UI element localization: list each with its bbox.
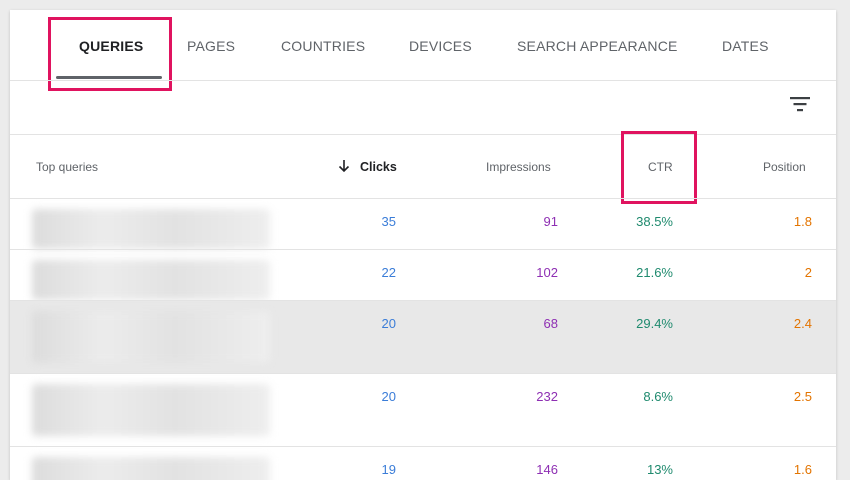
position-value: 1.8	[793, 214, 812, 229]
impressions-value: 146	[536, 462, 558, 477]
impressions-value: 102	[536, 265, 558, 280]
position-value: 2	[804, 265, 812, 280]
blurred-query-text	[32, 384, 270, 436]
impressions-value: 232	[536, 389, 558, 404]
impressions-value: 68	[543, 316, 558, 331]
filter-icon	[790, 97, 810, 112]
position-value: 2.5	[793, 389, 812, 404]
active-tab-indicator	[56, 76, 162, 79]
dimension-tabs: QUERIES PAGES COUNTRIES DEVICES SEARCH A…	[10, 10, 836, 80]
clicks-value: 20	[381, 389, 396, 404]
clicks-value: 19	[381, 462, 396, 477]
ctr-value: 38.5%	[636, 214, 673, 229]
table-row[interactable]: 19 146 13% 1.6	[10, 447, 836, 480]
impressions-value: 91	[543, 214, 558, 229]
ctr-value: 29.4%	[636, 316, 673, 331]
tab-pages[interactable]: PAGES	[187, 38, 235, 54]
tab-dates[interactable]: DATES	[722, 38, 769, 54]
column-header-impressions[interactable]: Impressions	[486, 160, 551, 174]
clicks-value: 22	[381, 265, 396, 280]
arrow-down-icon[interactable]	[338, 159, 350, 173]
table-row[interactable]: 22 102 21.6% 2	[10, 250, 836, 301]
position-value: 2.4	[793, 316, 812, 331]
performance-report-card: QUERIES PAGES COUNTRIES DEVICES SEARCH A…	[10, 10, 836, 480]
position-value: 1.6	[793, 462, 812, 477]
ctr-value: 13%	[646, 462, 673, 477]
tab-queries[interactable]: QUERIES	[79, 38, 143, 54]
table-row[interactable]: 20 232 8.6% 2.5	[10, 374, 836, 447]
tab-search-appearance[interactable]: SEARCH APPEARANCE	[517, 38, 678, 54]
column-header-position[interactable]: Position	[763, 160, 806, 174]
clicks-value: 35	[381, 214, 396, 229]
blurred-query-text	[32, 311, 270, 363]
ctr-value: 21.6%	[636, 265, 673, 280]
toolbar-divider	[10, 134, 836, 135]
table-row[interactable]: 35 91 38.5% 1.8	[10, 199, 836, 250]
tab-countries[interactable]: COUNTRIES	[281, 38, 365, 54]
tabs-divider	[10, 80, 836, 81]
filter-button[interactable]	[788, 92, 812, 116]
table-row[interactable]: 20 68 29.4% 2.4	[10, 301, 836, 374]
tab-devices[interactable]: DEVICES	[409, 38, 472, 54]
blurred-query-text	[32, 457, 270, 480]
ctr-value: 8.6%	[643, 389, 673, 404]
blurred-query-text	[32, 260, 270, 300]
column-header-ctr[interactable]: CTR	[648, 160, 673, 174]
blurred-query-text	[32, 209, 270, 249]
clicks-value: 20	[381, 316, 396, 331]
column-header-top-queries[interactable]: Top queries	[36, 160, 98, 174]
column-header-clicks[interactable]: Clicks	[360, 160, 397, 174]
